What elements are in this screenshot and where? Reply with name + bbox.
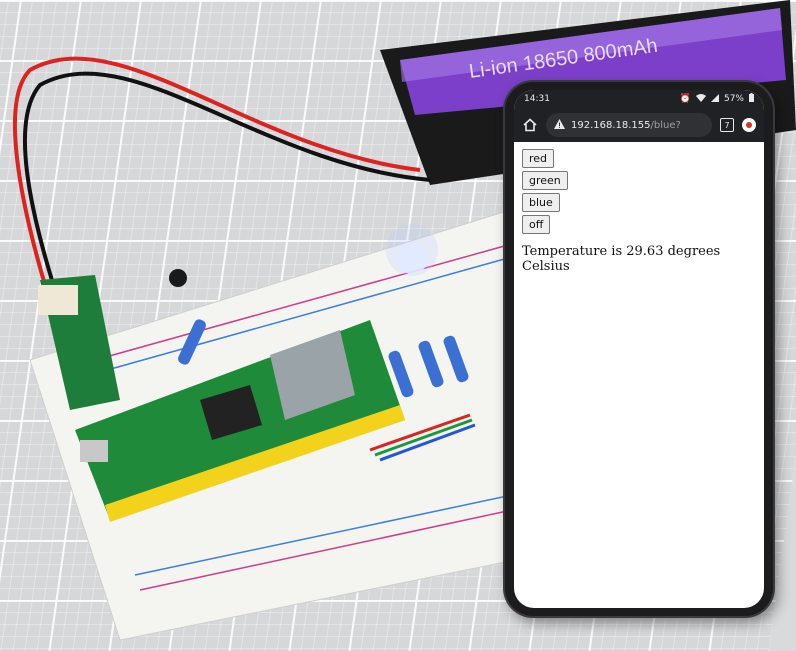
status-icons: ⏰ 57% [680, 93, 754, 105]
battery-percent: 57% [723, 94, 744, 104]
home-icon[interactable] [522, 117, 538, 133]
url-path: /blue? [650, 119, 681, 131]
signal-icon [710, 93, 719, 105]
web-page: red green blue off Temperature is 29.63 … [514, 142, 764, 278]
red-wire [12, 56, 421, 286]
red-button[interactable]: red [522, 149, 555, 168]
not-secure-warning-icon[interactable] [554, 118, 565, 132]
status-bar: 14:31 ⏰ 57% [514, 90, 764, 108]
smartphone: 14:31 ⏰ 57% 192.168.18.155/blue? 7 red g… [505, 82, 773, 616]
wifi-icon [695, 93, 706, 105]
tab-switcher-button[interactable]: 7 [720, 118, 734, 132]
blue-button[interactable]: blue [522, 193, 560, 212]
off-button[interactable]: off [522, 215, 551, 234]
browser-toolbar: 192.168.18.155/blue? 7 [514, 108, 764, 142]
alarm-icon: ⏰ [679, 94, 691, 104]
jst-connector [38, 285, 78, 315]
battery-icon [749, 93, 754, 105]
url-host: 192.168.18.155 [571, 119, 651, 131]
thermistor [169, 269, 187, 287]
temperature-readout: Temperature is 29.63 degrees Celsius [522, 244, 721, 274]
address-bar[interactable]: 192.168.18.155/blue? [546, 113, 712, 137]
green-button[interactable]: green [522, 171, 568, 190]
browser-menu-icon[interactable] [742, 118, 756, 132]
usb-port [80, 440, 108, 462]
status-time: 14:31 [524, 94, 550, 104]
phone-screen: 14:31 ⏰ 57% 192.168.18.155/blue? 7 red g… [514, 90, 764, 608]
